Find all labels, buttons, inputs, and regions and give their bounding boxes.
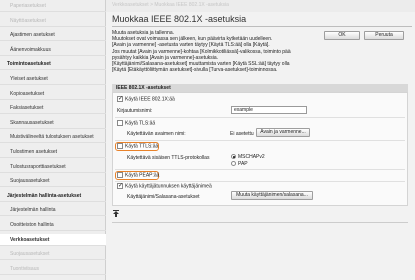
login-name-input[interactable]: example [231,106,307,114]
sidebar-item[interactable]: Paperiasetukset [0,0,106,12]
intro-line: [Käytä [Etäkäyttöliittymän asetukset]-si… [112,67,278,74]
mschapv2-label: MSCHAPv2 [238,154,265,160]
ttls-option-pap[interactable]: PAP [231,161,248,167]
intro-text: Muuta asetuksia ja tallenna. Muutokset o… [112,30,412,73]
use-ttls-row: Käytä TTLS:ää [117,143,158,149]
sidebar-section-header: Toimintoasetukset [0,58,106,71]
sidebar-item[interactable]: Skannausasetukset [0,117,106,129]
sidebar-item[interactable]: Tuontiviisaus [0,263,106,275]
page-title: Muokkaa IEEE 802.1X -asetuksia [112,14,247,24]
title-divider [112,26,412,27]
user-auth-checkbox[interactable] [117,182,123,189]
user-auth-row: Käytä käyttäjätunnuksen käyttäjänimeä [117,182,212,190]
user-password-label: Käyttäjänimi/Salasana-asetukset [127,194,200,200]
sidebar-item[interactable]: Verkkoasetukset [0,233,106,246]
use-ieee-checkbox[interactable] [117,95,123,102]
sidebar-nav: Paperiasetukset Näyttöasetukset Ajastimen … [0,0,106,280]
key-certificate-button[interactable]: Avain ja varmenne... [256,128,310,137]
sidebar-item[interactable]: Tulostimen asetukset [0,146,106,158]
use-tls-row: Käytä TLS:ää [117,120,155,126]
sidebar-item[interactable]: Näyttöasetukset [0,15,106,27]
user-auth-label: Käytä käyttäjätunnuksen käyttäjänimeä [125,183,212,190]
key-name-label: Käytettävän avaimen nimi: [127,131,186,137]
divider [115,169,405,170]
sidebar-item[interactable]: Muistivälineeltä tulostuksen asetukset [0,131,106,144]
use-ttls-checkbox[interactable] [117,143,123,149]
sidebar-section-header: Järjestelmän hallinta-asetukset [0,190,106,202]
use-ieee-row: Käytä IEEE 802.1X:ää [117,95,175,103]
sidebar-item[interactable]: Faksiasetukset [0,102,106,115]
ieee-form: Käytä IEEE 802.1X:ää Kirjautumisnimi: ex… [112,92,408,206]
change-user-password-button[interactable]: Muuta käyttäjänimen/salasana... [231,191,313,200]
use-tls-checkbox[interactable] [117,120,123,126]
use-ieee-label: Käytä IEEE 802.1X:ää [125,96,175,103]
key-name-value: Ei asetettu [230,131,254,137]
sidebar-item[interactable]: Äänenvoimakkuus [0,44,106,56]
sidebar-item[interactable]: Osoitteiston hallinta [0,219,106,231]
ttls-protocol-label: Käytettävä sisäisen TTLS-protokollas [127,155,210,161]
use-ttls-label: Käytä TTLS:ää [125,143,159,150]
sidebar-item[interactable]: Kopioasetukset [0,88,106,100]
pap-label: PAP [238,161,248,167]
sidebar-item[interactable]: Ajastimen asetukset [0,29,106,42]
divider [115,140,405,141]
use-peap-row: Käytä PEAP:ää [117,172,159,178]
login-name-label: Kirjautumisnimi: [117,108,153,114]
ttls-option-mschapv2[interactable]: MSCHAPv2 [231,154,265,160]
use-peap-checkbox[interactable] [117,172,123,178]
sidebar-item[interactable]: Suojausasetukset [0,248,106,261]
section-header: IEEE 802.1X -asetukset [112,84,408,92]
page-top-icon[interactable] [113,210,119,219]
bottom-divider [112,222,408,223]
sidebar-item[interactable]: Suojausasetukset [0,175,106,188]
sidebar-item[interactable]: Tulostusraporttiasetukset [0,161,106,173]
pap-radio[interactable] [231,161,236,167]
main-panel: Verkkoasetukset > Muokkaa IEEE 802.1X -a… [106,0,415,280]
use-tls-label: Käytä TLS:ää [125,120,156,127]
divider [115,117,405,118]
divider [115,181,405,182]
sidebar-item[interactable]: Yleiset asetukset [0,73,106,85]
sidebar-item[interactable]: Järjestelmän hallinta [0,204,106,217]
mschapv2-radio[interactable] [231,154,236,160]
breadcrumb: Verkkoasetukset > Muokkaa IEEE 802.1X -a… [106,0,415,12]
use-peap-label: Käytä PEAP:ää [125,172,160,179]
